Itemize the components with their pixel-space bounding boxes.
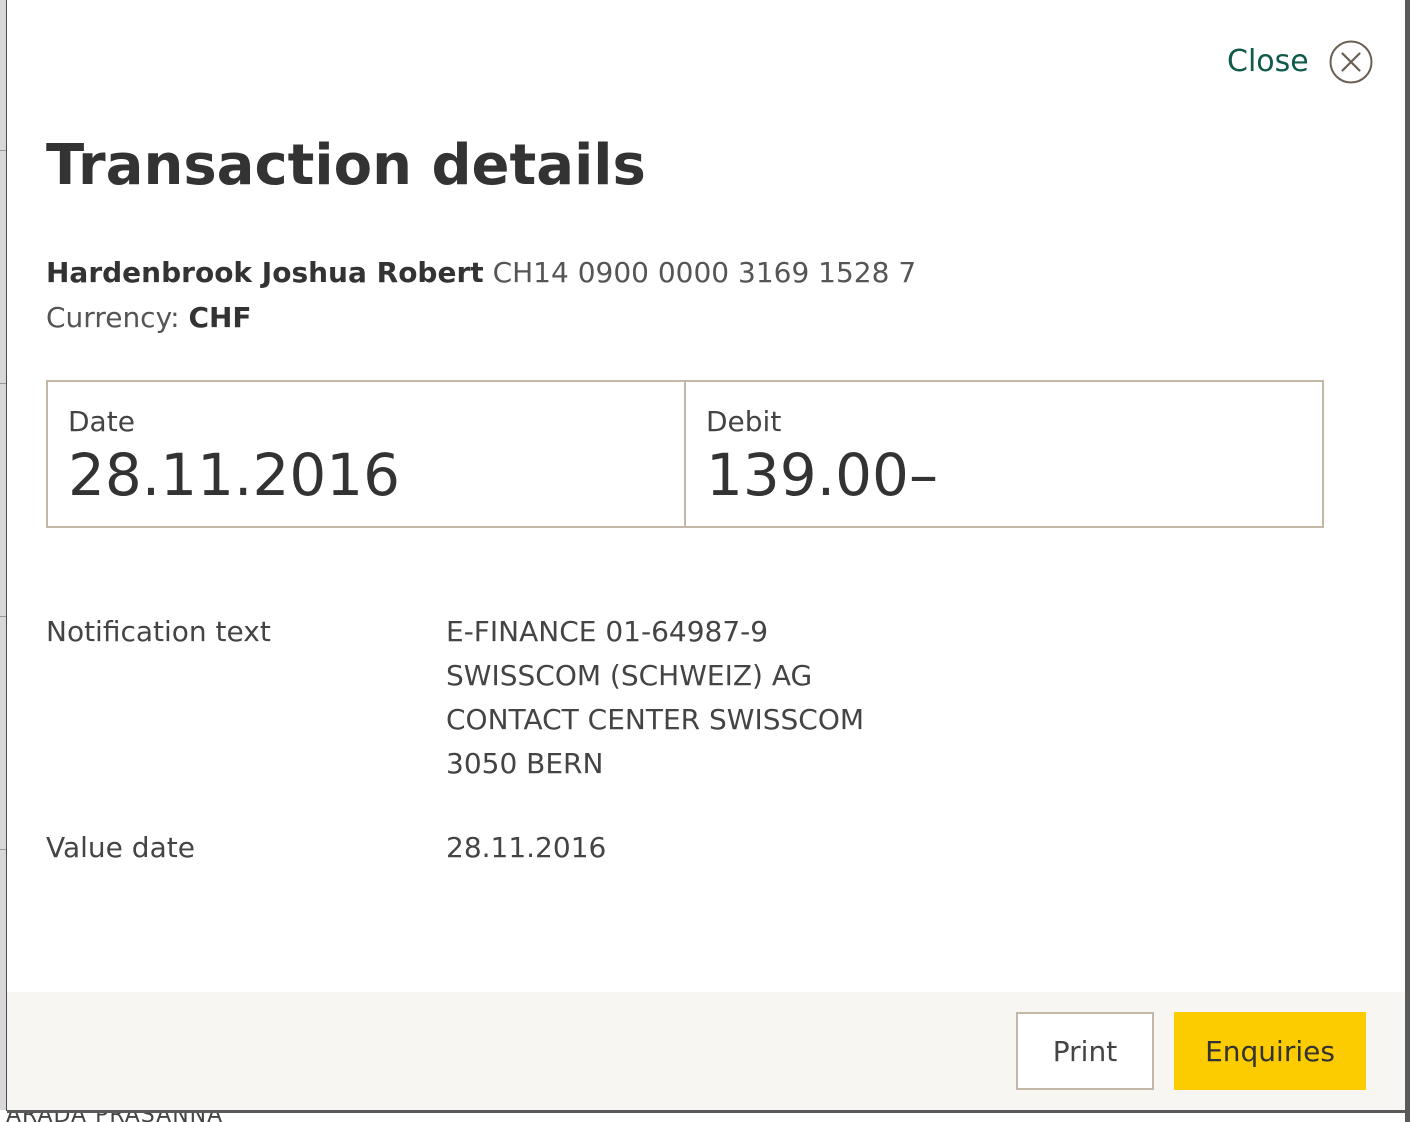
notification-line: SWISSCOM (SCHWEIZ) AG	[446, 659, 813, 692]
currency-label: Currency:	[46, 301, 180, 334]
debit-amount: 139.00–	[706, 441, 938, 509]
background-divider	[0, 383, 7, 384]
enquiries-button[interactable]: Enquiries	[1174, 1012, 1366, 1090]
notification-text-label: Notification text	[46, 615, 271, 648]
transaction-summary: Date 28.11.2016 Debit 139.00–	[46, 380, 1324, 528]
close-label: Close	[1227, 44, 1309, 79]
notification-text-row: Notification text E-FINANCE 01-64987-9 S…	[46, 610, 864, 786]
value-date-row: Value date 28.11.2016	[46, 826, 864, 870]
notification-line: CONTACT CENTER SWISSCOM	[446, 703, 865, 736]
summary-date-cell: Date 28.11.2016	[48, 382, 684, 526]
notification-text-value: E-FINANCE 01-64987-9 SWISSCOM (SCHWEIZ) …	[446, 610, 864, 786]
transaction-details-list: Notification text E-FINANCE 01-64987-9 S…	[46, 610, 864, 870]
value-date-label: Value date	[46, 831, 195, 864]
notification-line: 3050 BERN	[446, 747, 604, 780]
date-label: Date	[68, 405, 135, 438]
debit-label: Debit	[706, 405, 782, 438]
transaction-details-dialog: Close Transaction details Hardenbrook Jo…	[7, 0, 1405, 1110]
notification-line: E-FINANCE 01-64987-9	[446, 615, 769, 648]
date-value: 28.11.2016	[68, 441, 401, 509]
dialog-shadow-edge	[1405, 0, 1410, 1122]
close-button[interactable]: Close	[1227, 40, 1373, 84]
dialog-footer: Print Enquiries	[7, 992, 1405, 1110]
summary-debit-cell: Debit 139.00–	[684, 382, 1322, 526]
background-divider	[0, 616, 7, 617]
account-holder-name: Hardenbrook Joshua Robert	[46, 256, 484, 289]
value-date-value: 28.11.2016	[446, 831, 607, 864]
currency-info: Currency: CHF	[46, 298, 252, 338]
close-circle-icon[interactable]	[1329, 40, 1373, 84]
background-divider	[0, 849, 7, 850]
dialog-shadow-edge	[7, 1110, 1410, 1113]
background-divider	[0, 150, 7, 151]
currency-code: CHF	[188, 301, 252, 334]
account-iban: CH14 0900 0000 3169 1528 7	[492, 256, 917, 289]
account-info: Hardenbrook Joshua Robert CH14 0900 0000…	[46, 253, 916, 293]
print-button[interactable]: Print	[1016, 1012, 1154, 1090]
dialog-title: Transaction details	[46, 133, 646, 198]
